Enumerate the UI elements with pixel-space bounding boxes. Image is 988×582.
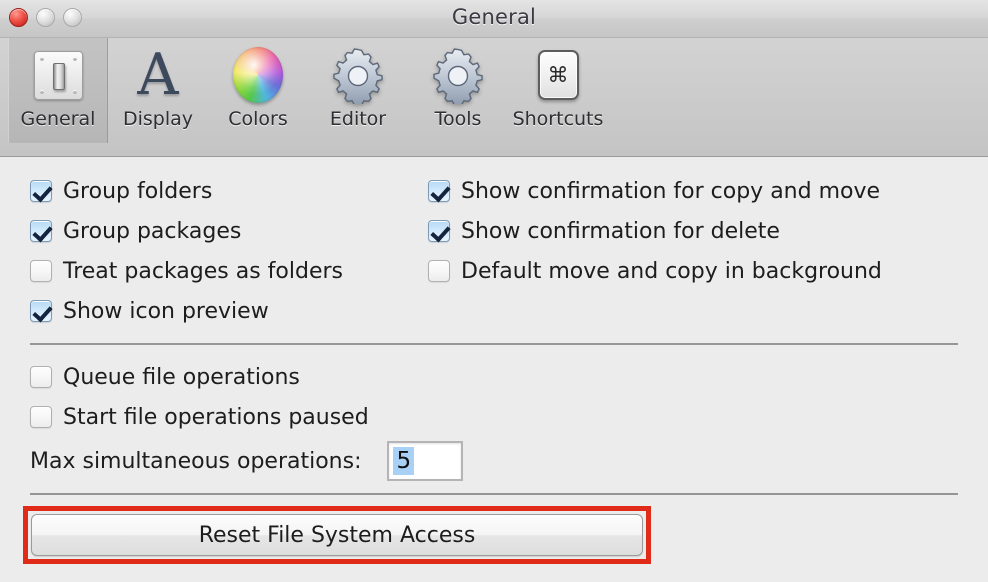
gear-icon — [323, 44, 393, 106]
preferences-window: General General A Display Colors — [0, 0, 988, 582]
checkbox-label: Start file operations paused — [63, 405, 369, 430]
separator-upper — [30, 343, 958, 345]
toolbar-item-label: General — [21, 108, 96, 130]
toolbar-item-shortcuts[interactable]: ⌘ Shortcuts — [508, 38, 608, 143]
gear-icon — [423, 44, 493, 106]
toolbar-item-label: Shortcuts — [513, 108, 604, 130]
checkbox-row-confirm-delete[interactable]: Show confirmation for delete — [428, 211, 882, 251]
checkbox-label: Default move and copy in background — [461, 259, 882, 284]
checkbox-row-treat-packages-as-folders[interactable]: Treat packages as folders — [30, 251, 343, 291]
queue-options-group: Queue file operations Start file operati… — [30, 357, 369, 437]
checkbox-treat-packages-as-folders[interactable] — [30, 260, 52, 282]
toolbar-item-editor[interactable]: Editor — [308, 38, 408, 143]
checkbox-confirm-delete[interactable] — [428, 220, 450, 242]
preferences-toolbar: General A Display Colors — [0, 38, 988, 157]
checkbox-queue-file-operations[interactable] — [30, 366, 52, 388]
checkbox-label: Group folders — [63, 179, 212, 204]
checkbox-column-right: Show confirmation for copy and move Show… — [428, 171, 882, 291]
window-title: General — [0, 5, 988, 29]
checkbox-row-start-paused[interactable]: Start file operations paused — [30, 397, 369, 437]
checkbox-row-queue-file-operations[interactable]: Queue file operations — [30, 357, 369, 397]
checkbox-row-group-folders[interactable]: Group folders — [30, 171, 343, 211]
toolbar-item-label: Tools — [435, 108, 482, 130]
letter-a-icon: A — [123, 44, 193, 106]
checkbox-group-folders[interactable] — [30, 180, 52, 202]
checkbox-row-default-background[interactable]: Default move and copy in background — [428, 251, 882, 291]
checkbox-default-move-copy-background[interactable] — [428, 260, 450, 282]
checkbox-label: Queue file operations — [63, 365, 300, 390]
general-preferences-pane: Group folders Group packages Treat packa… — [0, 157, 988, 582]
checkbox-start-file-operations-paused[interactable] — [30, 406, 52, 428]
checkbox-label: Show confirmation for copy and move — [461, 179, 880, 204]
toolbar-item-label: Display — [123, 108, 193, 130]
checkbox-label: Group packages — [63, 219, 241, 244]
checkbox-show-icon-preview[interactable] — [30, 300, 52, 322]
checkbox-label: Show confirmation for delete — [461, 219, 780, 244]
toolbar-item-tools[interactable]: Tools — [408, 38, 508, 143]
checkbox-label: Show icon preview — [63, 299, 269, 324]
checkbox-confirm-copy-move[interactable] — [428, 180, 450, 202]
command-key-icon: ⌘ — [523, 44, 593, 106]
max-operations-value: 5 — [393, 447, 414, 475]
checkbox-group-packages[interactable] — [30, 220, 52, 242]
checkbox-row-show-icon-preview[interactable]: Show icon preview — [30, 291, 343, 331]
color-wheel-icon — [223, 44, 293, 106]
reset-file-system-access-button[interactable]: Reset File System Access — [31, 514, 643, 556]
separator-lower — [30, 493, 958, 495]
switch-plate-icon — [23, 44, 93, 106]
toolbar-item-colors[interactable]: Colors — [208, 38, 308, 143]
checkbox-label: Treat packages as folders — [63, 259, 343, 284]
checkbox-row-group-packages[interactable]: Group packages — [30, 211, 343, 251]
checkbox-row-confirm-copy-move[interactable]: Show confirmation for copy and move — [428, 171, 882, 211]
checkbox-column-left: Group folders Group packages Treat packa… — [30, 171, 343, 331]
toolbar-item-label: Colors — [228, 108, 288, 130]
max-operations-row: Max simultaneous operations: 5 — [30, 441, 463, 481]
window-titlebar: General — [0, 0, 988, 38]
toolbar-item-display[interactable]: A Display — [108, 38, 208, 143]
max-operations-label: Max simultaneous operations: — [30, 449, 361, 474]
toolbar-item-label: Editor — [330, 108, 386, 130]
toolbar-item-general[interactable]: General — [8, 38, 108, 143]
max-operations-input[interactable]: 5 — [387, 441, 463, 481]
